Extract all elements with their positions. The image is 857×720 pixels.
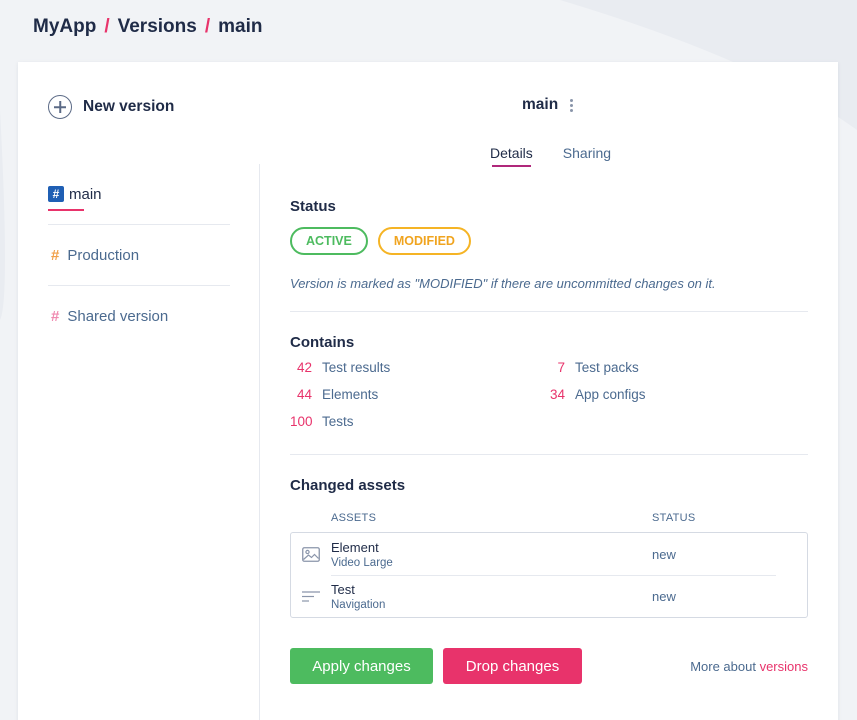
vertical-divider bbox=[259, 164, 260, 720]
divider bbox=[290, 311, 808, 312]
version-header: main bbox=[522, 96, 574, 114]
contains-grid: 42 Test results 7 Test packs 44 Elements… bbox=[290, 360, 808, 429]
new-version-button[interactable]: New version bbox=[48, 95, 174, 119]
asset-name: Test bbox=[331, 581, 355, 597]
hash-icon: # bbox=[51, 308, 60, 325]
contains-count: 42 bbox=[296, 360, 312, 375]
assets-table-header: ASSETS STATUS bbox=[290, 512, 808, 524]
status-section: Status ACTIVE MODIFIED Version is marked… bbox=[290, 198, 808, 291]
apply-changes-button[interactable]: Apply changes bbox=[290, 648, 433, 684]
status-note: Version is marked as "MODIFIED" if there… bbox=[290, 276, 716, 291]
breadcrumb-separator: / bbox=[104, 16, 110, 37]
changed-assets-title: Changed assets bbox=[290, 477, 406, 494]
more-about-label: More about bbox=[690, 658, 756, 674]
asset-text: Element Video Large bbox=[331, 540, 652, 569]
plus-circle-icon bbox=[48, 95, 72, 119]
tabs: Details Sharing bbox=[490, 145, 611, 167]
contains-item-tests[interactable]: 100 Tests bbox=[290, 414, 543, 429]
status-badge-modified: MODIFIED bbox=[377, 227, 471, 255]
tab-details[interactable]: Details bbox=[490, 145, 533, 167]
image-icon bbox=[291, 546, 331, 562]
column-assets: ASSETS bbox=[331, 512, 377, 524]
sidebar-item-shared-version[interactable]: # Shared version bbox=[48, 286, 230, 347]
asset-subtitle: Navigation bbox=[331, 598, 386, 611]
drop-changes-button[interactable]: Drop changes bbox=[443, 648, 582, 684]
asset-status: new bbox=[652, 546, 676, 562]
breadcrumb: MyApp / Versions / main bbox=[33, 16, 262, 38]
kebab-menu-icon[interactable] bbox=[570, 98, 574, 112]
version-list: # main # Production # Shared version bbox=[48, 164, 230, 347]
details-panel: Status ACTIVE MODIFIED Version is marked… bbox=[290, 198, 808, 684]
asset-name: Element bbox=[331, 539, 379, 555]
status-badges: ACTIVE MODIFIED bbox=[290, 227, 808, 255]
contains-title: Contains bbox=[290, 334, 355, 351]
breadcrumb-versions[interactable]: Versions bbox=[118, 16, 197, 38]
tab-sharing[interactable]: Sharing bbox=[563, 145, 611, 167]
breadcrumb-myapp[interactable]: MyApp bbox=[33, 16, 96, 38]
contains-item-test-results[interactable]: 42 Test results bbox=[290, 360, 543, 375]
breadcrumb-current: main bbox=[218, 16, 263, 37]
versions-card: New version main Details Sharing # main … bbox=[18, 62, 838, 720]
contains-count: 100 bbox=[290, 414, 313, 429]
sidebar-item-label: Shared version bbox=[67, 308, 169, 325]
contains-label: Test packs bbox=[575, 360, 639, 375]
assets-table: Element Video Large new Test Navigation … bbox=[290, 532, 808, 618]
table-row[interactable]: Test Navigation new bbox=[291, 575, 807, 617]
hash-icon: # bbox=[51, 246, 60, 264]
contains-section: Contains 42 Test results 7 Test packs 44… bbox=[290, 334, 808, 429]
lines-icon bbox=[291, 590, 331, 602]
version-title: main bbox=[522, 96, 559, 113]
asset-text: Test Navigation bbox=[331, 582, 652, 611]
contains-item-app-configs[interactable]: 34 App configs bbox=[543, 387, 796, 402]
asset-subtitle: Video Large bbox=[331, 556, 393, 569]
contains-item-elements[interactable]: 44 Elements bbox=[290, 387, 543, 402]
contains-count: 34 bbox=[549, 387, 565, 402]
divider bbox=[290, 454, 808, 455]
contains-item-test-packs[interactable]: 7 Test packs bbox=[543, 360, 796, 375]
contains-label: App configs bbox=[575, 387, 646, 402]
status-title: Status bbox=[290, 198, 336, 215]
sidebar-item-main[interactable]: # main bbox=[48, 164, 230, 225]
sidebar-item-main-wrap: # main bbox=[48, 185, 102, 211]
more-about-text: More about versions bbox=[690, 659, 808, 674]
actions-bar: Apply changes Drop changes More about ve… bbox=[290, 648, 808, 684]
contains-count: 7 bbox=[557, 360, 565, 375]
new-version-label: New version bbox=[83, 98, 175, 115]
sidebar-item-label: main bbox=[69, 185, 102, 203]
hash-icon: # bbox=[48, 186, 64, 202]
contains-label: Tests bbox=[322, 414, 354, 429]
contains-label: Elements bbox=[322, 387, 379, 402]
breadcrumb-separator: / bbox=[204, 16, 211, 37]
contains-count: 44 bbox=[296, 387, 312, 402]
asset-status: new bbox=[652, 588, 676, 604]
column-status: STATUS bbox=[652, 512, 696, 524]
contains-label: Test results bbox=[322, 360, 391, 375]
changed-assets-section: Changed assets ASSETS STATUS Element Vid… bbox=[290, 477, 808, 618]
status-badge-active: ACTIVE bbox=[290, 227, 368, 255]
versions-link[interactable]: versions bbox=[760, 659, 808, 674]
table-row[interactable]: Element Video Large new bbox=[291, 533, 807, 575]
sidebar-item-label: Production bbox=[67, 246, 140, 264]
sidebar-item-production[interactable]: # Production bbox=[48, 225, 230, 286]
